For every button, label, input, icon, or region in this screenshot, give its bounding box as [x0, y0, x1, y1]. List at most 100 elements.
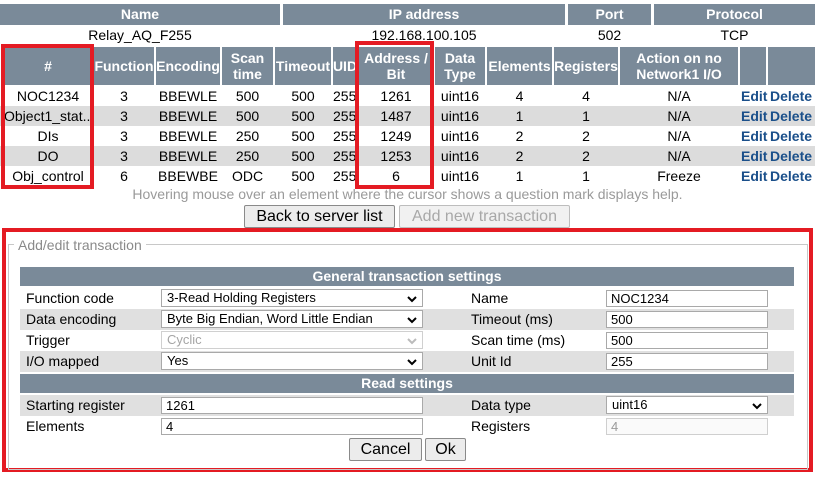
edit-link[interactable]: Edit: [741, 126, 767, 146]
io-mapped-label: I/O mapped: [26, 353, 100, 369]
row-encoding: BBEWBE: [158, 168, 218, 184]
row-function: 3: [120, 108, 128, 124]
delete-link[interactable]: Delete: [770, 146, 812, 166]
row-address: 6: [392, 168, 400, 184]
starting-register-label: Starting register: [26, 397, 125, 413]
function-code-label: Function code: [26, 290, 114, 306]
server-ip-header: IP address: [283, 4, 565, 25]
row-name: Obj_control: [12, 168, 84, 184]
row-registers: 4: [582, 88, 590, 104]
timeout-field[interactable]: 500: [606, 311, 768, 328]
edit-link[interactable]: Edit: [741, 146, 767, 166]
fieldset-legend: Add/edit transaction: [14, 237, 146, 253]
starting-register-field[interactable]: 1261: [161, 397, 423, 414]
elements-field[interactable]: 4: [161, 418, 423, 435]
function-code-select[interactable]: 3-Read Holding Registers: [161, 289, 423, 307]
table-row: Object1_stat... 3 BBEWLE 500 500 255 148…: [0, 106, 815, 126]
name-field[interactable]: NOC1234: [606, 290, 768, 307]
delete-link[interactable]: Delete: [770, 106, 812, 126]
delete-link[interactable]: Delete: [770, 126, 812, 146]
edit-link[interactable]: Edit: [741, 166, 767, 186]
trigger-label: Trigger: [26, 332, 70, 348]
form-row: Starting register 1261 Data type uint16: [20, 395, 794, 416]
unit-id-field[interactable]: 255: [606, 353, 768, 370]
col-timeout-header: Timeout: [275, 47, 331, 85]
row-name: NOC1234: [16, 88, 80, 104]
chevron-down-icon: [407, 296, 417, 303]
io-mapped-select[interactable]: Yes: [161, 352, 423, 370]
row-name: DO: [37, 148, 59, 164]
ok-button[interactable]: Ok: [425, 438, 466, 461]
row-timeout: 500: [291, 168, 315, 184]
row-scan-time: 500: [235, 108, 260, 124]
row-elements: 1: [515, 108, 524, 124]
row-action: N/A: [667, 148, 691, 164]
row-scan-time: 250: [235, 148, 260, 164]
row-registers: 1: [582, 168, 590, 184]
row-action: Freeze: [657, 168, 701, 184]
col-num-header: #: [4, 47, 92, 85]
server-name-header: Name: [0, 4, 280, 25]
read-settings-header: Read settings: [20, 374, 794, 393]
server-protocol-header: Protocol: [654, 4, 815, 25]
row-uid: 255: [333, 88, 355, 104]
row-action: N/A: [667, 128, 691, 144]
col-address-header: Address / Bit: [359, 47, 433, 85]
back-to-server-list-button[interactable]: Back to server list: [244, 205, 395, 228]
row-action: N/A: [667, 88, 691, 104]
trigger-value: Cyclic: [167, 332, 202, 347]
row-timeout: 500: [291, 108, 315, 124]
scan-time-label: Scan time (ms): [471, 332, 566, 348]
row-name: Object1_stat...: [4, 108, 92, 124]
col-encoding-header: Encoding: [156, 47, 220, 85]
row-elements: 2: [515, 128, 524, 144]
table-row: Obj_control 6 BBEWBE ODC 500 255 6 uint1…: [0, 166, 815, 186]
row-timeout: 500: [291, 128, 315, 144]
row-data-type: uint16: [440, 148, 480, 164]
row-encoding: BBEWLE: [158, 128, 218, 144]
col-registers-header: Registers: [554, 47, 618, 85]
row-timeout: 500: [291, 148, 315, 164]
row-elements: 1: [515, 168, 524, 184]
row-elements: 4: [515, 88, 524, 104]
edit-link[interactable]: Edit: [741, 106, 767, 126]
row-function: 3: [120, 128, 128, 144]
row-encoding: BBEWLE: [158, 108, 218, 124]
col-edit-header: [740, 47, 766, 85]
col-function-header: Function: [94, 47, 154, 85]
data-type-select[interactable]: uint16: [606, 396, 768, 414]
elements-label: Elements: [26, 418, 85, 434]
col-action-header: Action on no Network1 I/O: [620, 47, 738, 85]
data-encoding-value: Byte Big Endian, Word Little Endian: [167, 311, 373, 326]
io-mapped-value: Yes: [167, 353, 189, 368]
data-encoding-select[interactable]: Byte Big Endian, Word Little Endian: [161, 310, 423, 328]
row-name: DIs: [37, 128, 59, 144]
scan-time-field[interactable]: 500: [606, 332, 768, 349]
server-ip: 192.168.100.105: [371, 27, 477, 43]
row-encoding: BBEWLE: [158, 88, 218, 104]
row-data-type: uint16: [440, 128, 480, 144]
row-address: 1249: [380, 128, 412, 144]
form-row: Trigger Cyclic Scan time (ms) 500: [20, 330, 794, 351]
row-action: N/A: [667, 108, 691, 124]
delete-link[interactable]: Delete: [770, 166, 812, 186]
edit-link[interactable]: Edit: [741, 86, 767, 106]
function-code-value: 3-Read Holding Registers: [167, 290, 316, 305]
cancel-button[interactable]: Cancel: [349, 438, 422, 461]
chevron-down-icon: [407, 359, 417, 366]
add-new-transaction-button[interactable]: Add new transaction: [399, 205, 570, 228]
transaction-editor-page: Name IP address Port Protocol Relay_AQ_F…: [0, 0, 818, 478]
row-elements: 2: [515, 148, 524, 164]
trigger-select[interactable]: Cyclic: [161, 331, 423, 349]
server-port-header: Port: [568, 4, 651, 25]
row-registers: 2: [582, 128, 590, 144]
server-name: Relay_AQ_F255: [88, 27, 192, 43]
form-row: Data encoding Byte Big Endian, Word Litt…: [20, 309, 794, 330]
timeout-label: Timeout (ms): [471, 311, 553, 327]
row-encoding: BBEWLE: [158, 148, 218, 164]
row-uid: 255: [333, 108, 355, 124]
name-label: Name: [471, 290, 509, 306]
delete-link[interactable]: Delete: [770, 86, 812, 106]
registers-field[interactable]: 4: [606, 418, 768, 435]
row-uid: 255: [333, 128, 355, 144]
